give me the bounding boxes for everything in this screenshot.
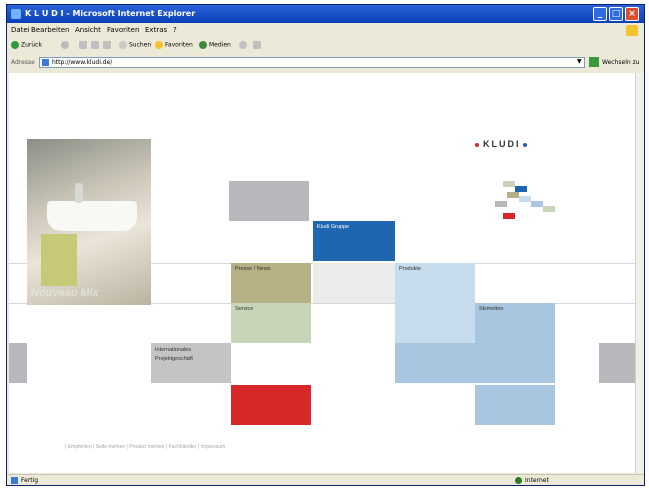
logo-square: [495, 201, 507, 207]
decor-block-red: [231, 385, 311, 425]
nav-skimetten-label: Skimetten: [479, 306, 504, 312]
logo-text: KLUDI: [483, 139, 521, 149]
mail-icon: [253, 41, 261, 49]
page-content: Nouveau Mix KLUDI Kludi Gruppe Presse / …: [9, 73, 635, 473]
logo-square: [543, 206, 555, 212]
window-title: K L U D I - Microsoft Internet Explorer: [25, 9, 196, 18]
nav-presse-news-label: Presse / News: [235, 266, 271, 272]
vertical-scrollbar[interactable]: [635, 73, 644, 473]
nav-presse-news[interactable]: Presse / News: [231, 263, 311, 303]
nav-produkte[interactable]: Produkte: [395, 263, 475, 343]
footer-link[interactable]: Seite merken: [96, 444, 125, 450]
go-button[interactable]: Wechseln zu: [602, 59, 640, 66]
menu-extras[interactable]: Extras: [145, 26, 167, 34]
address-url: http://www.kludi.de/: [52, 59, 113, 66]
towel-shape: [41, 234, 77, 286]
nav-internationales[interactable]: Internationales Projektgeschäft: [151, 343, 231, 383]
footer-links: | Empfehlen | Seite merken | Product mer…: [65, 444, 226, 450]
nav-service-label: Service: [235, 306, 254, 312]
mail-button[interactable]: [253, 41, 263, 49]
nav-kludi-gruppe-label: Kludi Gruppe: [317, 224, 350, 230]
nav-produkte-label: Produkte: [399, 266, 422, 272]
red-dot-icon: [475, 142, 479, 147]
logo-square: [503, 181, 515, 187]
page-icon: [42, 59, 49, 66]
browser-window: K L U D I - Microsoft Internet Explorer …: [6, 4, 645, 486]
menu-ansicht[interactable]: Ansicht: [75, 26, 101, 34]
star-icon: [155, 41, 163, 49]
zone-text: Internet: [525, 477, 549, 484]
back-label: Zurück: [21, 41, 42, 49]
home-button[interactable]: [103, 41, 113, 49]
logo-square: [531, 201, 543, 207]
title-bar: K L U D I - Microsoft Internet Explorer …: [7, 5, 644, 23]
search-label: Suchen: [129, 41, 152, 49]
decor-block-gray: [9, 343, 27, 383]
history-icon: [239, 41, 247, 49]
nav-service[interactable]: Service: [231, 303, 311, 343]
decor-block-blue: [475, 385, 555, 425]
back-arrow-icon: [11, 41, 19, 49]
favorites-button[interactable]: Favoriten: [155, 41, 193, 49]
faucet-shape: [75, 183, 83, 203]
address-label: Adresse: [11, 59, 35, 66]
decor-block-blue: [395, 343, 555, 383]
decor-block-light: [313, 263, 395, 303]
menu-datei[interactable]: Datei: [11, 26, 30, 34]
status-text: Fertig: [21, 477, 39, 484]
forward-arrow-icon: [61, 41, 69, 49]
page-status-icon: [11, 477, 18, 484]
footer-link[interactable]: Impressum: [200, 444, 225, 450]
search-icon: [119, 41, 127, 49]
media-button[interactable]: Medien: [199, 41, 231, 49]
ie-icon: [11, 9, 21, 19]
refresh-icon: [91, 41, 99, 49]
globe-icon: [515, 477, 522, 484]
back-button[interactable]: Zurück: [11, 41, 42, 49]
logo-square: [519, 196, 531, 202]
stop-icon: [79, 41, 87, 49]
refresh-button[interactable]: [91, 41, 101, 49]
washbasin-shape: [47, 201, 137, 231]
logo-square: [507, 192, 519, 198]
media-label: Medien: [209, 41, 231, 49]
logo-square: [503, 213, 515, 219]
minimize-button[interactable]: _: [593, 7, 607, 21]
address-bar: Adresse http://www.kludi.de/ ▼ Wechseln …: [7, 55, 644, 71]
maximize-button[interactable]: □: [609, 7, 623, 21]
blue-dot-icon: [522, 142, 527, 147]
home-icon: [103, 41, 111, 49]
search-button[interactable]: Suchen: [119, 41, 151, 49]
product-name: Nouveau Mix: [31, 287, 99, 299]
toolbar: Zurück Suchen Favoriten Medien: [7, 38, 644, 54]
footer-link[interactable]: Product merken: [129, 444, 164, 450]
menu-bearbeiten[interactable]: Bearbeiten: [31, 26, 69, 34]
product-image: Nouveau Mix: [27, 139, 151, 305]
favorites-label: Favoriten: [165, 41, 193, 49]
nav-internationales-label: Internationales Projektgeschäft: [155, 347, 193, 362]
nav-kludi-gruppe[interactable]: Kludi Gruppe: [313, 221, 395, 261]
address-dropdown-icon[interactable]: ▼: [577, 58, 582, 65]
go-arrow-icon[interactable]: [589, 57, 599, 67]
menu-help[interactable]: ?: [173, 26, 177, 34]
nav-skimetten[interactable]: Skimetten: [475, 303, 555, 343]
menu-bar: Datei Bearbeiten Ansicht Favoriten Extra…: [7, 24, 644, 37]
status-bar: Fertig Internet: [7, 474, 644, 485]
stop-button[interactable]: [79, 41, 89, 49]
media-icon: [199, 41, 207, 49]
history-button[interactable]: [239, 41, 249, 49]
menu-favoriten[interactable]: Favoriten: [107, 26, 139, 34]
footer-link[interactable]: Empfehlen: [68, 444, 92, 450]
windows-flag-icon: [626, 25, 638, 36]
decor-block-gray: [599, 343, 635, 383]
footer-link[interactable]: Fachhändler: [169, 444, 197, 450]
address-input[interactable]: http://www.kludi.de/: [39, 57, 585, 68]
kludi-logo[interactable]: KLUDI: [475, 139, 527, 149]
close-button[interactable]: ×: [625, 7, 639, 21]
decor-block-gray: [229, 181, 309, 221]
forward-button[interactable]: [61, 41, 71, 49]
